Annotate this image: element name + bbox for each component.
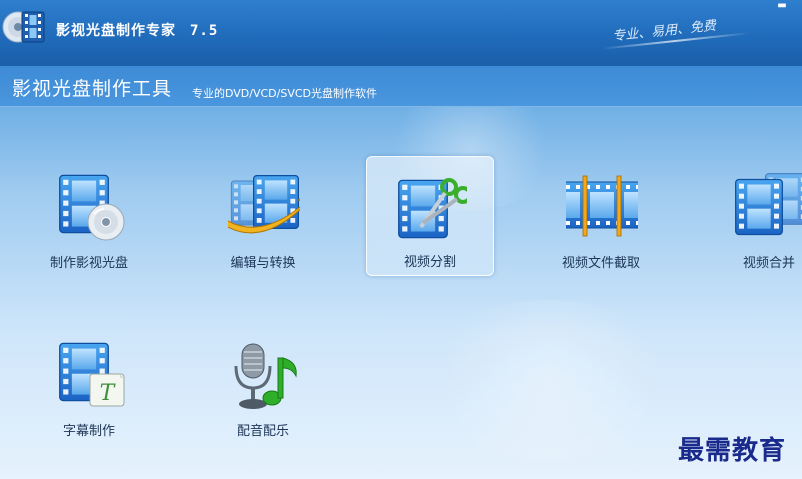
film-scissors-icon [398,178,467,239]
tool-make-disc[interactable]: 制作影视光盘 [26,158,152,276]
tool-video-split[interactable]: 视频分割 [366,156,494,276]
page-title: 影视光盘制作工具 [12,78,173,100]
app-logo-icon [2,11,45,43]
background-glow [420,300,680,460]
tool-label: 配音配乐 [236,424,289,439]
app-title-text: 影视光盘制作专家 [56,23,176,39]
tool-video-trim[interactable]: 视频文件截取 [538,158,664,276]
tool-dubbing[interactable]: 配音配乐 [200,326,326,444]
tool-label: 编辑与转换 [230,256,296,271]
app-window: 影视光盘制作专家 7.5 专业、易用、免费 ▬ 影视光盘制作工具 专业的DVD/V… [0,0,802,479]
film-subtitle-icon: T [59,342,125,407]
tool-label: 字幕制作 [62,424,115,439]
microphone-music-icon [234,343,297,409]
title-bar: 影视光盘制作专家 7.5 专业、易用、免费 ▬ [0,0,802,66]
page-description: 专业的DVD/VCD/SVCD光盘制作软件 [192,87,378,100]
app-title: 影视光盘制作专家 7.5 [56,20,218,40]
tool-label: 视频文件截取 [561,256,640,271]
film-disc-icon [59,174,125,241]
tool-label: 视频合并 [742,256,795,271]
slogan: 专业、易用、免费 [611,18,717,45]
minimize-button[interactable]: ▬ [774,0,790,12]
tool-video-merge[interactable]: 视频合并 [706,158,802,276]
film-arrow-icon [228,174,300,234]
tool-label: 制作影视光盘 [49,256,128,271]
tool-label: 视频分割 [403,255,456,270]
svg-text:T: T [100,381,117,406]
film-merge-icon [735,173,802,236]
tool-subtitle[interactable]: T 字幕制作 [26,326,152,444]
tool-edit-convert[interactable]: 编辑与转换 [200,158,326,276]
app-version: 7.5 [190,23,219,39]
header-bar: 影视光盘制作工具 专业的DVD/VCD/SVCD光盘制作软件 [0,66,802,107]
film-strip-trim-icon [566,175,638,237]
watermark: 最需教育 [678,436,787,466]
